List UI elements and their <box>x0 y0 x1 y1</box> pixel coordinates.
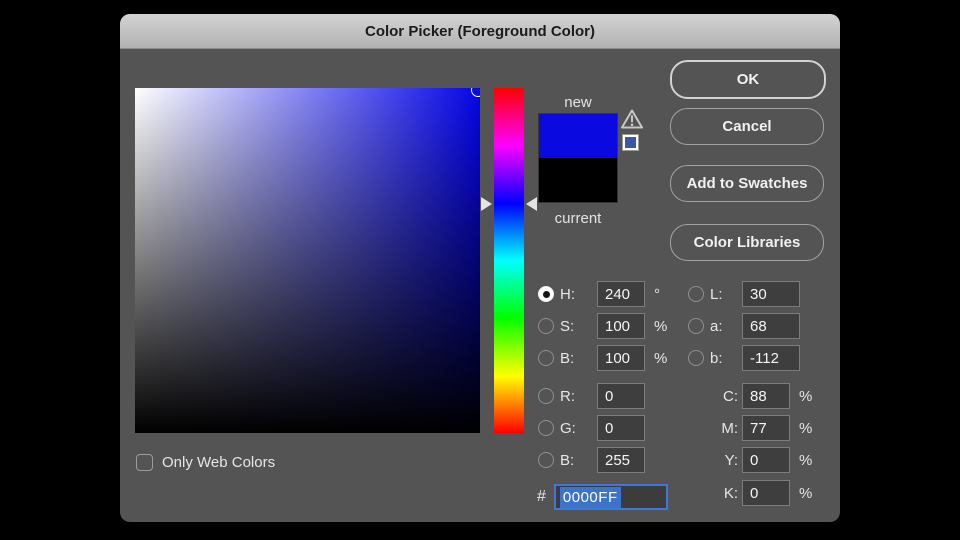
radio-b2[interactable] <box>538 452 554 468</box>
dialog-title: Color Picker (Foreground Color) <box>365 23 595 40</box>
b-label: B: <box>560 350 597 367</box>
cancel-button-label: Cancel <box>722 118 771 135</box>
dialog-titlebar[interactable]: Color Picker (Foreground Color) <box>120 14 840 49</box>
radio-a[interactable] <box>688 318 704 334</box>
cancel-button[interactable]: Cancel <box>670 108 824 145</box>
field-row-blue: B: 255 <box>538 447 645 473</box>
gamut-warning-icon[interactable] <box>620 108 644 135</box>
add-to-swatches-button[interactable]: Add to Swatches <box>670 165 824 202</box>
a-label: a: <box>710 318 742 335</box>
y-input[interactable]: 0 <box>742 447 790 473</box>
color-swatch-stack <box>538 113 618 203</box>
l-value: 30 <box>750 286 767 303</box>
b2-input[interactable]: 255 <box>597 447 645 473</box>
radio-b-lab[interactable] <box>688 350 704 366</box>
only-web-colors-label: Only Web Colors <box>162 454 275 471</box>
field-row-a: a: 68 <box>688 313 800 339</box>
web-safe-icon[interactable] <box>622 134 639 151</box>
color-libraries-button[interactable]: Color Libraries <box>670 224 824 261</box>
a-input[interactable]: 68 <box>742 313 800 339</box>
radio-r[interactable] <box>538 388 554 404</box>
radio-g[interactable] <box>538 420 554 436</box>
new-color-swatch <box>539 114 617 158</box>
y-unit: % <box>799 452 812 469</box>
k-unit: % <box>799 485 812 502</box>
hex-prefix: # <box>537 488 546 506</box>
h-value: 240 <box>605 286 630 303</box>
current-color-swatch[interactable] <box>539 158 617 202</box>
b-input[interactable]: 100 <box>597 345 645 371</box>
s-input[interactable]: 100 <box>597 313 645 339</box>
radio-s[interactable] <box>538 318 554 334</box>
s-unit: % <box>654 318 667 335</box>
add-to-swatches-label: Add to Swatches <box>687 175 808 192</box>
field-row-cyan: C: 88 % <box>688 383 812 409</box>
hex-row: # 0000FF <box>537 484 668 510</box>
g-input[interactable]: 0 <box>597 415 645 441</box>
y-value: 0 <box>750 452 758 469</box>
field-row-saturation: S: 100 % <box>538 313 667 339</box>
hex-input[interactable]: 0000FF <box>554 484 668 510</box>
l-label: L: <box>710 286 742 303</box>
h-input[interactable]: 240 <box>597 281 645 307</box>
c-input[interactable]: 88 <box>742 383 790 409</box>
b-lab-label: b: <box>710 350 742 367</box>
field-row-yellow: Y: 0 % <box>688 447 812 473</box>
field-row-lightness: L: 30 <box>688 281 800 307</box>
current-color-label: current <box>538 210 618 227</box>
b-unit: % <box>654 350 667 367</box>
field-row-b-lab: b: -112 <box>688 345 800 371</box>
m-input[interactable]: 77 <box>742 415 790 441</box>
only-web-colors-checkbox[interactable] <box>136 454 153 471</box>
l-input[interactable]: 30 <box>742 281 800 307</box>
hue-slider-right-arrow[interactable] <box>526 197 537 211</box>
g-value: 0 <box>605 420 613 437</box>
new-color-label: new <box>538 94 618 111</box>
k-input[interactable]: 0 <box>742 480 790 506</box>
ok-button-label: OK <box>737 71 760 88</box>
ok-button[interactable]: OK <box>670 60 826 99</box>
field-row-red: R: 0 <box>538 383 645 409</box>
c-unit: % <box>799 388 812 405</box>
field-row-green: G: 0 <box>538 415 645 441</box>
b2-value: 255 <box>605 452 630 469</box>
saturation-brightness-field[interactable] <box>135 88 480 433</box>
h-unit: ° <box>654 286 660 303</box>
c-label: C: <box>688 388 738 405</box>
radio-b[interactable] <box>538 350 554 366</box>
field-row-black: K: 0 % <box>688 480 812 506</box>
web-safe-icon-fill <box>625 137 636 148</box>
s-label: S: <box>560 318 597 335</box>
field-row-magenta: M: 77 % <box>688 415 812 441</box>
r-value: 0 <box>605 388 613 405</box>
hex-value: 0000FF <box>560 487 621 508</box>
c-value: 88 <box>750 388 767 405</box>
hue-slider-left-arrow[interactable] <box>481 197 492 211</box>
field-row-brightness: B: 100 % <box>538 345 667 371</box>
h-label: H: <box>560 286 597 303</box>
color-picker-dialog: Color Picker (Foreground Color) new curr… <box>120 14 840 522</box>
m-label: M: <box>688 420 738 437</box>
radio-l[interactable] <box>688 286 704 302</box>
field-row-hue: H: 240 ° <box>538 281 660 307</box>
b-value: 100 <box>605 350 630 367</box>
k-label: K: <box>688 485 738 502</box>
color-libraries-label: Color Libraries <box>694 234 801 251</box>
b-lab-input[interactable]: -112 <box>742 345 800 371</box>
b2-label: B: <box>560 452 597 469</box>
s-value: 100 <box>605 318 630 335</box>
m-value: 77 <box>750 420 767 437</box>
r-label: R: <box>560 388 597 405</box>
radio-h[interactable] <box>538 286 554 302</box>
y-label: Y: <box>688 452 738 469</box>
a-value: 68 <box>750 318 767 335</box>
b-lab-value: -112 <box>750 350 779 367</box>
only-web-colors-row: Only Web Colors <box>136 454 275 471</box>
k-value: 0 <box>750 485 758 502</box>
color-field-marker[interactable] <box>471 88 480 97</box>
hue-slider[interactable] <box>494 88 524 433</box>
g-label: G: <box>560 420 597 437</box>
m-unit: % <box>799 420 812 437</box>
r-input[interactable]: 0 <box>597 383 645 409</box>
